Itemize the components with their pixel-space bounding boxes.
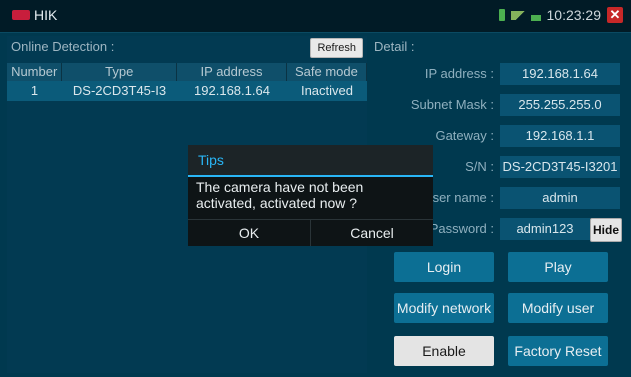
column-header-safe-mode: Safe mode: [287, 63, 367, 81]
detail-title: Detail :: [374, 39, 415, 54]
table-header: Number Type IP address Safe mode: [7, 63, 367, 81]
column-header-ip: IP address: [177, 63, 287, 81]
login-button[interactable]: Login: [394, 252, 494, 282]
status-area: 10:23:29 ✕: [498, 7, 623, 23]
activation-dialog: Tips The camera have not been activated,…: [188, 145, 433, 246]
battery-icon: [530, 15, 541, 21]
field-label: Subnet Mask :: [410, 97, 494, 112]
serial-number-field[interactable]: DS-2CD3T45-I3201: [500, 156, 620, 178]
user-name-field[interactable]: admin: [500, 187, 620, 209]
cell-number: 1: [30, 83, 39, 98]
cell-safe-mode: Inactived: [300, 83, 354, 98]
online-detection-header: Online Detection : Refresh: [7, 36, 367, 60]
field-ip-address: IP address : 192.168.1.64: [372, 60, 624, 88]
ok-button[interactable]: OK: [188, 220, 310, 246]
gateway-field[interactable]: 192.168.1.1: [500, 125, 620, 147]
modify-network-button[interactable]: Modify network: [394, 293, 494, 323]
field-label: Password :: [429, 221, 494, 236]
modify-user-button[interactable]: Modify user: [508, 293, 608, 323]
field-label: Gateway :: [435, 128, 494, 143]
play-button[interactable]: Play: [508, 252, 608, 282]
dialog-title-bar: Tips: [188, 145, 433, 177]
online-detection-title: Online Detection :: [11, 39, 115, 54]
field-label: User name :: [423, 190, 494, 205]
dialog-message: The camera have not been activated, acti…: [188, 177, 433, 219]
clock: 10:23:29: [546, 7, 602, 23]
dialog-title: Tips: [198, 152, 224, 168]
wifi-icon: [510, 10, 525, 20]
field-label: IP address :: [424, 66, 494, 81]
column-header-number: Number: [7, 63, 63, 81]
cell-ip: 192.168.1.64: [194, 83, 270, 98]
password-field[interactable]: admin123: [500, 218, 590, 240]
cell-type: DS-2CD3T45-I3: [72, 83, 167, 98]
ip-address-field[interactable]: 192.168.1.64: [500, 63, 620, 85]
app-logo-icon: [12, 10, 30, 20]
factory-reset-button[interactable]: Factory Reset: [508, 336, 608, 366]
signal-icon: [498, 9, 505, 21]
field-label: S/N :: [465, 159, 494, 174]
cancel-button[interactable]: Cancel: [310, 220, 433, 246]
refresh-button[interactable]: Refresh: [310, 38, 363, 58]
subnet-mask-field[interactable]: 255.255.255.0: [500, 94, 620, 116]
close-icon[interactable]: ✕: [607, 7, 623, 23]
hide-password-button[interactable]: Hide: [590, 218, 622, 242]
enable-button[interactable]: Enable: [394, 336, 494, 366]
app-title: HIK: [34, 7, 58, 23]
dialog-actions: OK Cancel: [188, 219, 433, 246]
column-header-type: Type: [62, 63, 178, 81]
table-row[interactable]: 1 DS-2CD3T45-I3 192.168.1.64 Inactived: [7, 81, 367, 101]
title-bar: HIK 10:23:29 ✕: [0, 0, 631, 33]
field-subnet-mask: Subnet Mask : 255.255.255.0: [372, 91, 624, 119]
